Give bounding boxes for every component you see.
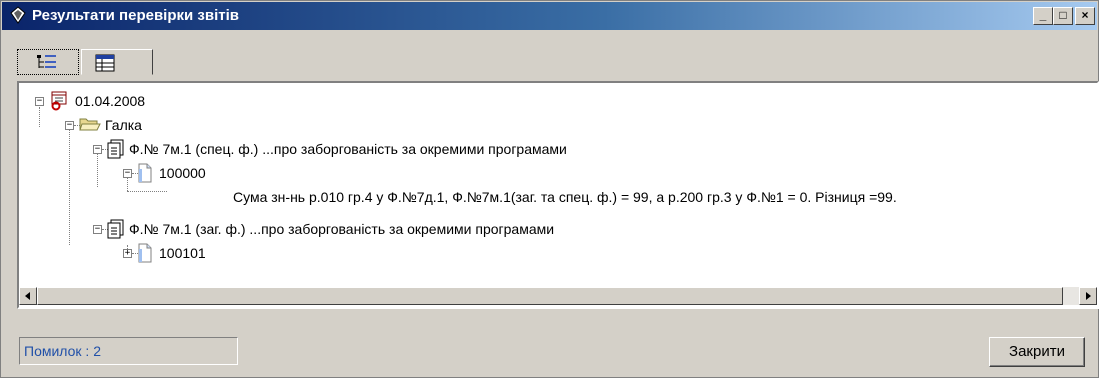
collapse-toggle[interactable]: − [65, 121, 74, 130]
tree-node-form-general[interactable]: Ф.№ 7м.1 (заг. ф.) ...про заборгованість… [129, 219, 554, 239]
calendar-error-icon [51, 91, 67, 111]
report-check-window: Результати перевірки звітів _ □ × − 01.0… [0, 0, 1099, 378]
folder-open-icon [79, 118, 101, 131]
close-button[interactable]: Закрити [989, 337, 1085, 367]
document-icon [107, 139, 124, 159]
tree-node-100000[interactable]: 100000 [159, 163, 206, 183]
page-icon [138, 243, 152, 263]
tree-list-icon [37, 55, 56, 68]
expand-toggle[interactable]: + [123, 249, 132, 258]
tree-connector [127, 191, 167, 192]
tree-node-galka[interactable]: Галка [105, 115, 142, 135]
horizontal-scrollbar[interactable] [19, 287, 1097, 305]
scroll-right-button[interactable] [1079, 287, 1097, 305]
collapse-toggle[interactable]: − [93, 225, 102, 234]
tree-node-error-message[interactable]: Сума зн-нь р.010 гр.4 у Ф.№7д.1, Ф.№7м.1… [233, 187, 897, 207]
minimize-button[interactable]: _ [1033, 7, 1053, 25]
title-bar[interactable]: Результати перевірки звітів _ □ × [2, 2, 1097, 30]
collapse-toggle[interactable]: − [123, 169, 132, 178]
tab-tree-view[interactable] [17, 49, 79, 75]
tree-node-form-spec[interactable]: Ф.№ 7м.1 (спец. ф.) ...про заборгованіст… [129, 139, 567, 159]
errors-label: Помилок : [24, 343, 90, 359]
tree-view-panel[interactable]: − 01.04.2008 − Галка − Ф.№ 7м.1 (спец. ф… [17, 81, 1099, 309]
collapse-toggle[interactable]: − [93, 145, 102, 154]
close-window-button[interactable]: × [1075, 7, 1095, 25]
collapse-toggle[interactable]: − [35, 97, 44, 106]
app-icon [10, 6, 26, 24]
tree-node-date[interactable]: 01.04.2008 [75, 91, 145, 111]
maximize-button[interactable]: □ [1053, 7, 1073, 25]
errors-value: 2 [93, 343, 101, 359]
scroll-left-button[interactable] [19, 287, 37, 305]
arrow-left-icon [25, 292, 30, 300]
tree-connector [39, 107, 40, 127]
table-grid-icon [95, 54, 115, 72]
page-icon [138, 163, 152, 183]
errors-count-box: Помилок : 2 [19, 337, 238, 365]
document-icon [107, 219, 124, 239]
tab-table-view[interactable] [81, 49, 153, 75]
tree-connector [69, 125, 70, 245]
window-title: Результати перевірки звітів [32, 7, 239, 24]
tree-node-100101[interactable]: 100101 [159, 243, 206, 263]
scroll-thumb[interactable] [37, 287, 1063, 305]
arrow-right-icon [1086, 292, 1091, 300]
